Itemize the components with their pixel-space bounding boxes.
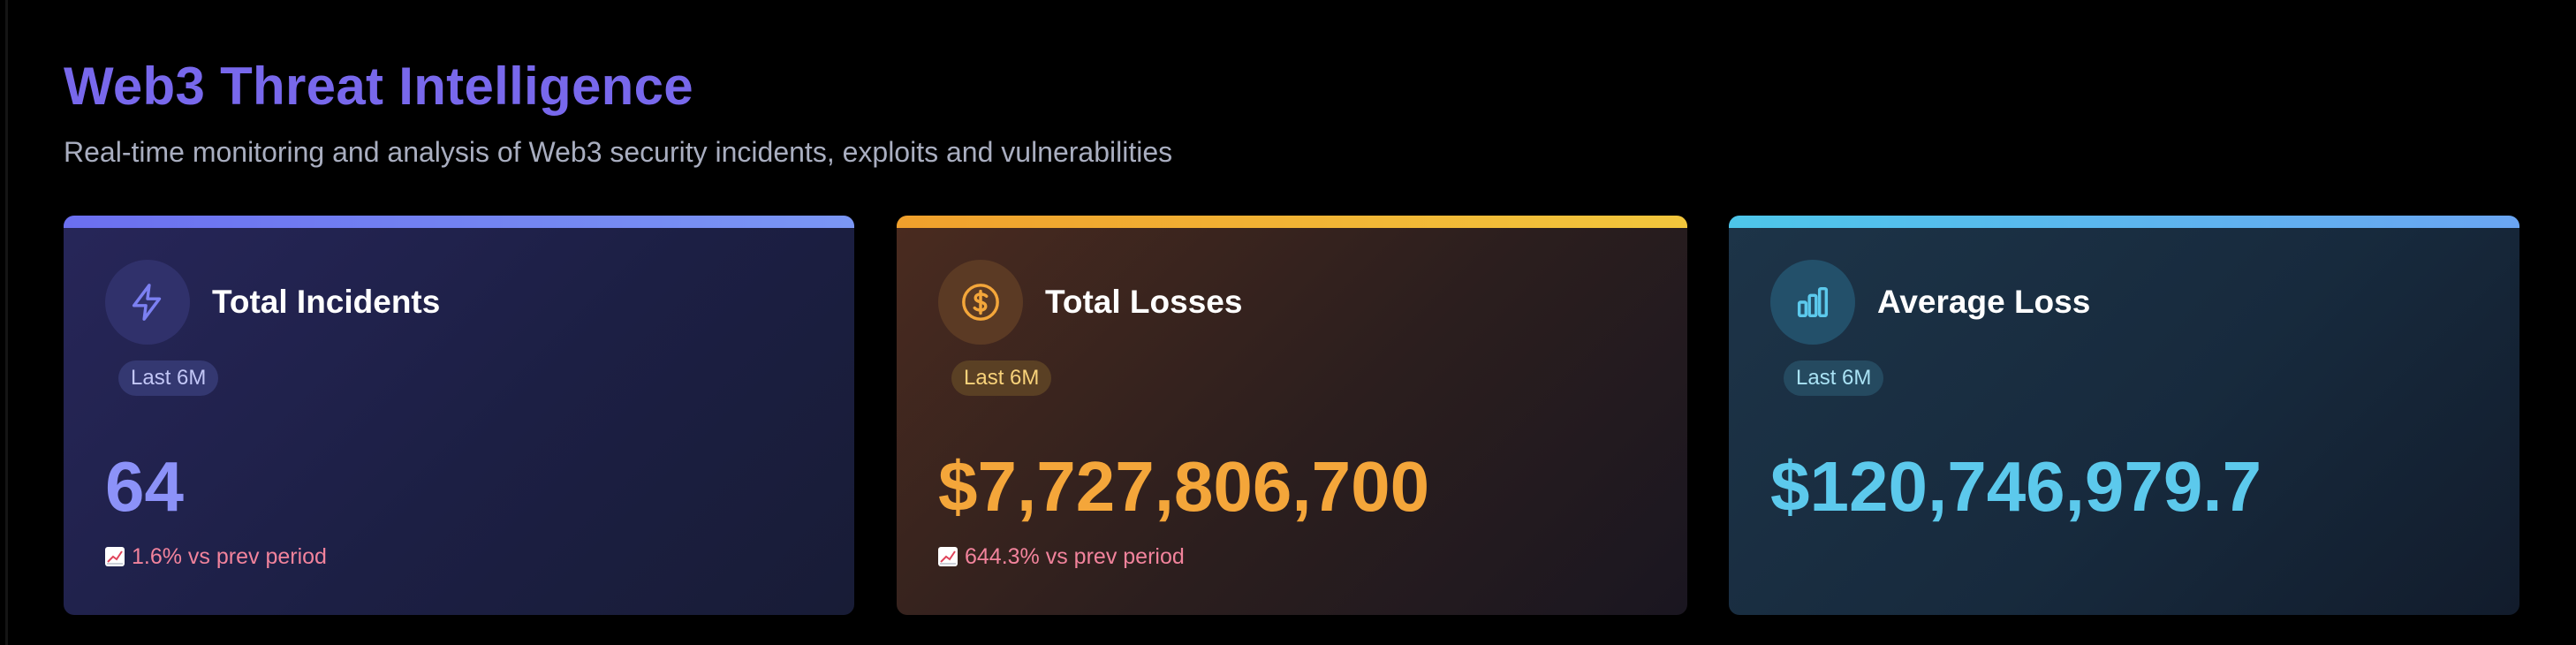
dollar-coin-icon <box>938 260 1023 345</box>
lightning-icon <box>105 260 190 345</box>
page-title: Web3 Threat Intelligence <box>64 57 693 116</box>
stat-card-total-losses[interactable]: Total Losses Last 6M $7,727,806,700 644.… <box>897 216 1687 615</box>
change-text: 644.3% vs prev period <box>965 544 1185 569</box>
card-title: Average Loss <box>1877 284 2091 320</box>
card-accent-bar <box>1729 216 2519 228</box>
period-badge: Last 6M <box>951 360 1052 396</box>
card-accent-bar <box>64 216 854 228</box>
period-badge: Last 6M <box>118 360 219 396</box>
chart-increasing-icon <box>938 547 958 566</box>
card-title: Total Incidents <box>212 284 441 320</box>
period-badge: Last 6M <box>1784 360 1884 396</box>
left-divider <box>5 0 8 645</box>
stat-card-total-incidents[interactable]: Total Incidents Last 6M 64 1.6% vs prev … <box>64 216 854 615</box>
bar-chart-icon <box>1770 260 1855 345</box>
change-indicator: 1.6% vs prev period <box>105 543 327 571</box>
change-text: 1.6% vs prev period <box>132 544 327 569</box>
stat-value: $120,746,979.7 <box>1770 447 2262 526</box>
stat-card-average-loss[interactable]: Average Loss Last 6M $120,746,979.7 <box>1729 216 2519 615</box>
stat-value: 64 <box>105 447 184 526</box>
page-subtitle: Real-time monitoring and analysis of Web… <box>64 136 1173 168</box>
stat-value: $7,727,806,700 <box>938 447 1430 526</box>
change-indicator: 644.3% vs prev period <box>938 543 1185 571</box>
card-title: Total Losses <box>1045 284 1243 320</box>
dashboard-page: Web3 Threat Intelligence Real-time monit… <box>0 0 2576 645</box>
chart-increasing-icon <box>105 547 125 566</box>
card-accent-bar <box>897 216 1687 228</box>
